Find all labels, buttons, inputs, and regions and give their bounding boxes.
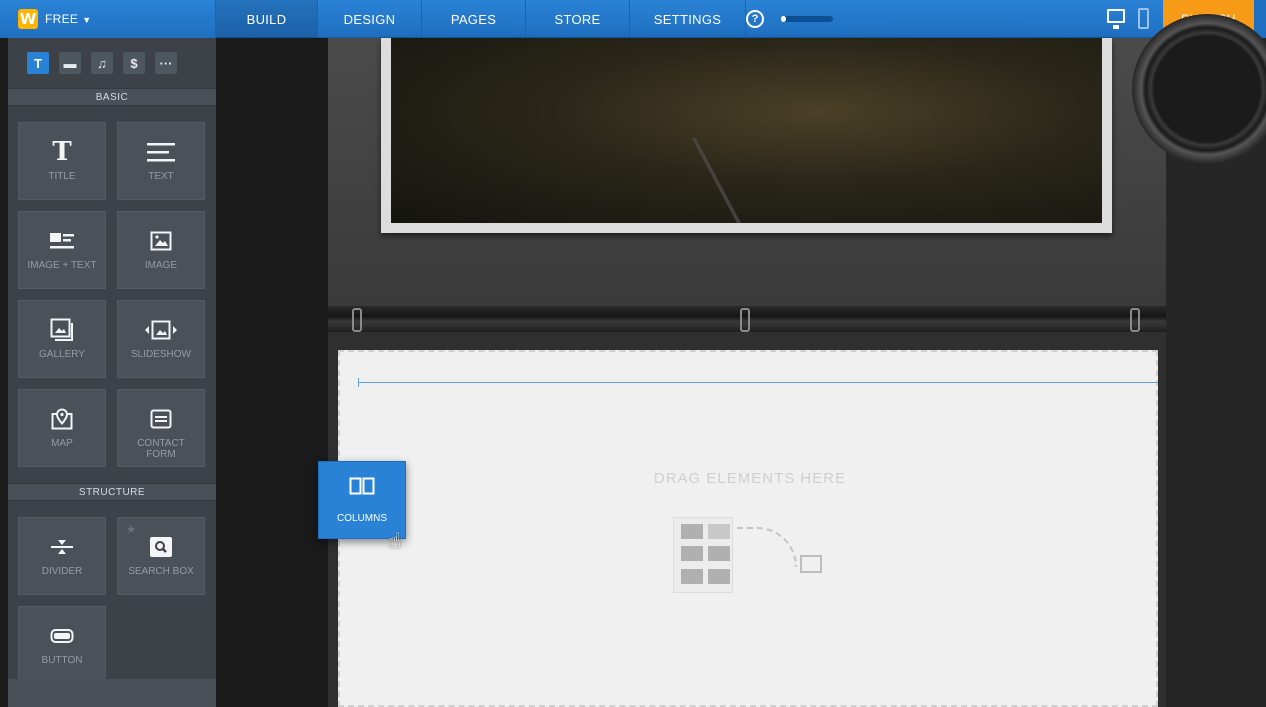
dragging-label: COLUMNS [336,513,387,524]
mobile-icon[interactable] [1138,8,1149,29]
setup-progress-bar[interactable] [781,16,833,22]
element-label: BUTTON [41,655,83,666]
layout-tab-icon[interactable]: ▬ [59,52,81,74]
drop-image-icon [800,555,822,573]
contact-form-icon [150,404,172,434]
drop-arc [737,527,797,567]
more-tab-icon[interactable]: ··· [155,52,177,74]
slideshow-icon [144,315,178,345]
gallery-icon [50,315,74,345]
rail-clip [352,308,362,332]
element-contact-form[interactable]: CONTACT FORM [117,389,205,467]
elements-sidebar: T ▬ ♫ $ ··· BASIC T TITLE TEXT IMAGE + T… [8,38,216,707]
divider-icon [50,532,74,562]
section-header-structure: STRUCTURE [8,483,216,501]
chevron-down-icon: ▼ [82,15,92,25]
element-label: IMAGE [144,260,178,271]
element-image-text[interactable]: IMAGE + TEXT [18,211,106,289]
columns-icon [349,476,375,501]
help-icon[interactable]: ? [746,10,764,28]
element-label: IMAGE + TEXT [27,260,97,271]
element-image[interactable]: IMAGE [117,211,205,289]
text-tab-icon[interactable]: T [27,52,49,74]
title-icon: T [52,137,72,167]
element-search-box[interactable]: ★ SEARCH BOX [117,517,205,595]
nav-build[interactable]: BUILD [216,0,318,38]
header-image[interactable] [381,38,1112,233]
element-map[interactable]: MAP [18,389,106,467]
header-area [328,38,1166,306]
section-header-basic: BASIC [8,88,216,106]
element-divider[interactable]: DIVIDER [18,517,106,595]
element-label: SLIDESHOW [130,349,191,360]
drop-grid-illustration [673,517,733,593]
rail-clip [740,308,750,332]
premium-star-icon: ★ [126,524,136,536]
hand-cursor-icon: ☝ [388,528,402,553]
image-icon [150,226,172,256]
text-icon [146,137,176,167]
map-icon [51,404,73,434]
nav-store[interactable]: STORE [526,0,630,38]
drop-hint-text: DRAG ELEMENTS HERE [653,470,847,487]
editor-workspace: DRAG ELEMENTS HERE [216,14,1266,707]
main-nav: BUILD DESIGN PAGES STORE SETTINGS [216,0,746,38]
site-canvas: DRAG ELEMENTS HERE [328,38,1166,707]
nav-design[interactable]: DESIGN [318,0,422,38]
element-label: TITLE [48,171,76,182]
element-label: SEARCH BOX [128,566,194,577]
element-slideshow[interactable]: SLIDESHOW [117,300,205,378]
basic-elements-grid: T TITLE TEXT IMAGE + TEXT IMAGE GALLERY … [8,106,216,483]
sidebar-footer [8,679,216,707]
drop-guide-line [358,378,1158,387]
element-label: GALLERY [39,349,85,360]
element-label: TEXT [148,171,174,182]
header-photo [391,38,1102,223]
element-label: DIVIDER [41,566,83,577]
nav-pages[interactable]: PAGES [422,0,526,38]
element-label: CONTACT FORM [137,438,185,460]
plan-menu[interactable]: W FREE ▼ [0,0,216,38]
element-button[interactable]: BUTTON [18,606,106,684]
boat-shape [691,138,891,223]
rail-clip [1130,308,1140,332]
element-label: MAP [51,438,73,449]
element-text[interactable]: TEXT [117,122,205,200]
commerce-tab-icon[interactable]: $ [123,52,145,74]
button-icon [50,621,74,651]
content-drop-zone[interactable]: DRAG ELEMENTS HERE [338,350,1158,707]
element-title[interactable]: T TITLE [18,122,106,200]
element-gallery[interactable]: GALLERY [18,300,106,378]
search-box-icon [150,532,172,562]
desktop-icon[interactable] [1107,9,1125,29]
image-text-icon [49,226,75,256]
structure-elements-grid: DIVIDER ★ SEARCH BOX BUTTON [8,501,216,700]
nav-settings[interactable]: SETTINGS [630,0,746,38]
media-tab-icon[interactable]: ♫ [91,52,113,74]
weebly-logo-icon: W [18,9,38,29]
progress-fill [781,16,787,22]
sidebar-tabs: T ▬ ♫ $ ··· [8,38,216,88]
top-toolbar: W FREE ▼ BUILD DESIGN PAGES STORE SETTING… [0,0,1266,38]
plan-label[interactable]: FREE ▼ [45,12,91,26]
